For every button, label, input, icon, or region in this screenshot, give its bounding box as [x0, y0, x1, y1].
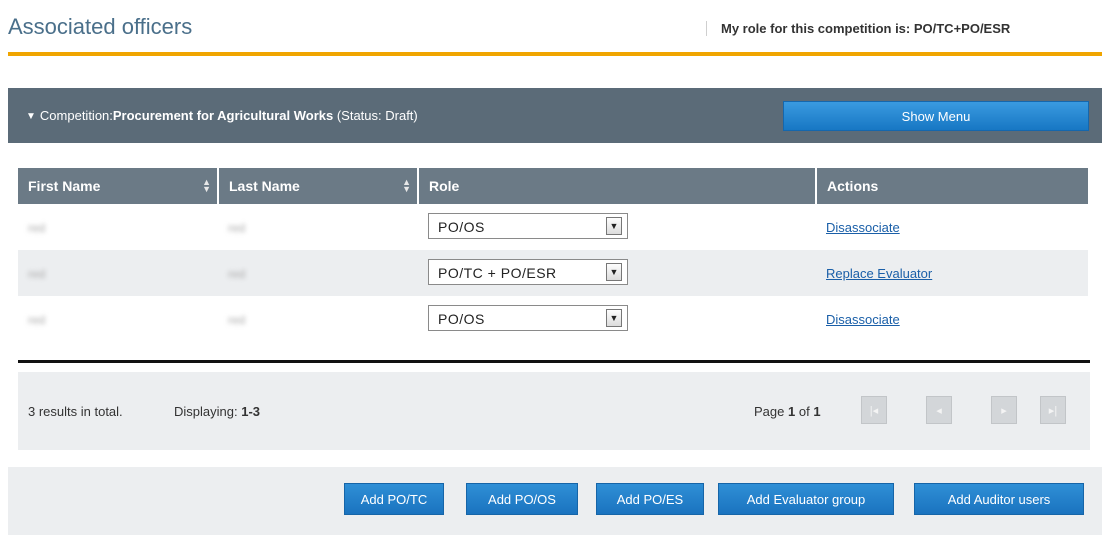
- displaying-range: Displaying: 1-3: [174, 404, 260, 419]
- actions-cell: Disassociate: [816, 296, 1088, 342]
- officers-table: First Name ▲ ▼ Last Name ▲ ▼ Role Actions …: [18, 168, 1088, 342]
- role-select-value: PO/OS: [438, 218, 485, 235]
- page-current: 1: [788, 404, 796, 419]
- replace-evaluator-link[interactable]: Replace Evaluator: [826, 266, 932, 281]
- page-total: 1: [813, 404, 821, 419]
- first-name-cell: red: [18, 250, 218, 296]
- dropdown-arrow-icon[interactable]: ▼: [606, 216, 622, 235]
- role-select-value: PO/OS: [438, 310, 485, 327]
- role-select[interactable]: PO/OS ▼: [428, 304, 628, 331]
- next-page-icon: ▸: [1001, 404, 1007, 417]
- next-page-button[interactable]: ▸: [991, 396, 1017, 424]
- column-header-last-name[interactable]: Last Name ▲ ▼: [218, 168, 419, 204]
- last-name-redacted: red: [228, 220, 246, 235]
- sort-icon[interactable]: ▲ ▼: [202, 178, 211, 194]
- first-name-redacted: red: [28, 266, 46, 281]
- last-page-icon: ▸|: [1048, 404, 1058, 417]
- last-page-button[interactable]: ▸|: [1040, 396, 1066, 424]
- column-header-role: Role: [418, 168, 817, 204]
- actions-cell: Disassociate: [816, 204, 1088, 250]
- disassociate-link[interactable]: Disassociate: [826, 220, 900, 235]
- last-name-cell: red: [218, 250, 418, 296]
- competition-name: Procurement for Agricultural Works: [112, 108, 334, 123]
- page-title: Associated officers: [8, 14, 193, 39]
- competition-header[interactable]: ▼ Competition:Procurement for Agricultura…: [26, 108, 418, 123]
- last-name-redacted: red: [228, 312, 246, 327]
- table-bottom-divider: [18, 360, 1090, 363]
- competition-bar: ▼ Competition:Procurement for Agricultura…: [8, 88, 1102, 143]
- add-poes-button[interactable]: Add PO/ES: [596, 483, 704, 515]
- role-cell: PO/OS ▼: [418, 204, 816, 250]
- column-label: First Name: [28, 178, 101, 194]
- add-evaluator-group-button[interactable]: Add Evaluator group: [718, 483, 894, 515]
- sort-icon[interactable]: ▲ ▼: [402, 178, 411, 194]
- chevron-down-icon[interactable]: ▼: [26, 111, 36, 122]
- prev-page-icon: ◂: [936, 404, 942, 417]
- page-indicator: Page 1 of 1: [754, 404, 821, 419]
- dropdown-arrow-icon[interactable]: ▼: [606, 308, 622, 327]
- displaying-range-value: 1-3: [241, 404, 261, 419]
- column-label: Actions: [827, 178, 879, 194]
- role-cell: PO/OS ▼: [418, 296, 816, 342]
- first-name-cell: red: [18, 204, 218, 250]
- add-auditor-users-button[interactable]: Add Auditor users: [914, 483, 1084, 515]
- role-select[interactable]: PO/TC + PO/ESR ▼: [428, 258, 628, 285]
- column-header-actions: Actions: [816, 168, 1088, 204]
- last-name-cell: red: [218, 204, 418, 250]
- action-button-bar: Add PO/TC Add PO/OS Add PO/ES Add Evalua…: [8, 467, 1102, 535]
- add-poos-button[interactable]: Add PO/OS: [466, 483, 578, 515]
- displaying-label: Displaying:: [174, 404, 238, 419]
- role-select[interactable]: PO/OS ▼: [428, 212, 628, 239]
- disassociate-link[interactable]: Disassociate: [826, 312, 900, 327]
- role-info: My role for this competition is: PO/TC+P…: [706, 21, 1010, 36]
- first-name-redacted: red: [28, 312, 46, 327]
- table-row: red red PO/OS ▼ Disassociate: [18, 204, 1088, 250]
- title-divider: [8, 52, 1102, 56]
- results-summary: 3 results in total.: [28, 404, 123, 419]
- last-name-redacted: red: [228, 266, 246, 281]
- last-name-cell: red: [218, 296, 418, 342]
- column-header-first-name[interactable]: First Name ▲ ▼: [18, 168, 219, 204]
- table-row: red red PO/TC + PO/ESR ▼ Replace Evaluat…: [18, 250, 1088, 296]
- add-potc-button[interactable]: Add PO/TC: [344, 483, 444, 515]
- page-of-label: of: [798, 404, 810, 419]
- role-cell: PO/TC + PO/ESR ▼: [418, 250, 816, 296]
- show-menu-button[interactable]: Show Menu: [783, 101, 1089, 131]
- dropdown-arrow-icon[interactable]: ▼: [606, 262, 622, 281]
- table-row: red red PO/OS ▼ Disassociate: [18, 296, 1088, 342]
- first-page-icon: |◂: [869, 404, 879, 417]
- page-label: Page: [754, 404, 785, 419]
- role-select-value: PO/TC + PO/ESR: [438, 264, 557, 281]
- first-page-button[interactable]: |◂: [861, 396, 887, 424]
- competition-status: (Status: Draft): [336, 108, 418, 123]
- prev-page-button[interactable]: ◂: [926, 396, 952, 424]
- pagination-bar: 3 results in total. Displaying: 1-3 Page…: [18, 372, 1090, 450]
- first-name-redacted: red: [28, 220, 46, 235]
- column-label: Role: [429, 178, 460, 194]
- actions-cell: Replace Evaluator: [816, 250, 1088, 296]
- first-name-cell: red: [18, 296, 218, 342]
- competition-prefix: Competition:: [39, 108, 113, 123]
- column-label: Last Name: [229, 178, 300, 194]
- table-header-row: First Name ▲ ▼ Last Name ▲ ▼ Role Actions: [18, 168, 1088, 204]
